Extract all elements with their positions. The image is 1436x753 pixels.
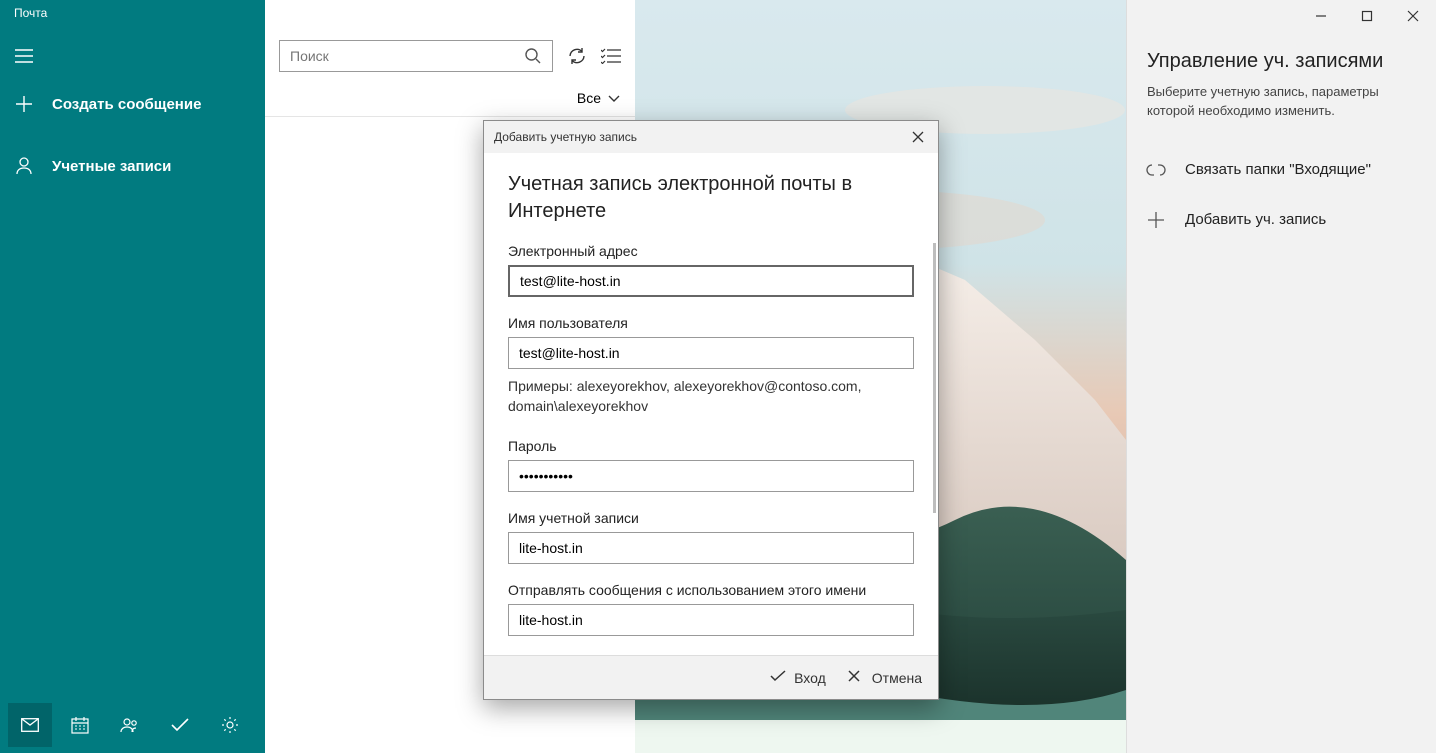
accounts-panel: Управление уч. записями Выберите учетную… xyxy=(1126,0,1436,753)
signin-label: Вход xyxy=(794,670,826,686)
add-account-button[interactable]: Добавить уч. запись xyxy=(1127,195,1436,245)
link-inboxes-label: Связать папки "Входящие" xyxy=(1185,161,1371,178)
link-inboxes-button[interactable]: Связать папки "Входящие" xyxy=(1127,145,1436,195)
send-as-label: Отправлять сообщения с использованием эт… xyxy=(508,582,914,598)
calendar-icon xyxy=(71,716,89,734)
check-icon xyxy=(770,670,786,686)
accounts-label: Учетные записи xyxy=(52,158,171,175)
cancel-button[interactable]: Отмена xyxy=(848,670,922,686)
send-as-field[interactable] xyxy=(508,604,914,636)
close-icon xyxy=(912,131,924,143)
add-account-dialog: Добавить учетную запись Учетная запись э… xyxy=(483,120,939,700)
gear-icon xyxy=(221,716,239,734)
search-icon xyxy=(524,47,542,65)
username-label: Имя пользователя xyxy=(508,315,914,331)
signin-button[interactable]: Вход xyxy=(770,670,826,686)
add-account-label: Добавить уч. запись xyxy=(1185,211,1326,228)
dialog-close-button[interactable] xyxy=(908,127,928,147)
dialog-header: Добавить учетную запись xyxy=(484,121,938,153)
hamburger-button[interactable] xyxy=(0,32,265,80)
people-icon xyxy=(120,717,140,733)
window-titlebar xyxy=(1127,0,1436,32)
email-field[interactable] xyxy=(508,265,914,297)
settings-button[interactable] xyxy=(208,703,252,747)
dialog-title: Учетная запись электронной почты в Интер… xyxy=(508,171,914,225)
account-name-field[interactable] xyxy=(508,532,914,564)
accounts-button[interactable]: Учетные записи xyxy=(0,142,265,190)
minimize-button[interactable] xyxy=(1298,0,1344,32)
mail-icon xyxy=(21,718,39,732)
link-icon xyxy=(1145,159,1167,181)
cancel-label: Отмена xyxy=(872,670,922,686)
refresh-button[interactable] xyxy=(567,46,587,66)
app-title: Почта xyxy=(0,0,265,32)
panel-description: Выберите учетную запись, параметры котор… xyxy=(1127,83,1436,145)
sidebar: Почта Создать сообщение Учетные записи xyxy=(0,0,265,753)
todo-app-button[interactable] xyxy=(158,703,202,747)
checkmark-icon xyxy=(171,718,189,732)
search-input[interactable] xyxy=(290,48,524,64)
plus-icon xyxy=(14,94,34,114)
compose-label: Создать сообщение xyxy=(52,96,201,113)
dialog-body: Учетная запись электронной почты в Интер… xyxy=(484,153,938,655)
select-mode-button[interactable] xyxy=(601,46,621,66)
x-icon xyxy=(848,670,864,686)
chevron-down-icon xyxy=(607,91,621,105)
account-name-label: Имя учетной записи xyxy=(508,510,914,526)
panel-title: Управление уч. записями xyxy=(1127,32,1436,83)
person-icon xyxy=(14,156,34,176)
refresh-icon xyxy=(567,46,587,66)
filter-dropdown[interactable]: Все xyxy=(265,72,635,117)
username-field[interactable] xyxy=(508,337,914,369)
compose-button[interactable]: Создать сообщение xyxy=(0,80,265,128)
select-icon xyxy=(601,48,621,64)
plus-icon xyxy=(1145,209,1167,231)
password-field[interactable] xyxy=(508,460,914,492)
sidebar-bottom-bar xyxy=(0,697,265,753)
close-button[interactable] xyxy=(1390,0,1436,32)
username-hint: Примеры: alexeyorekhov, alexeyorekhov@co… xyxy=(508,377,914,416)
hamburger-icon xyxy=(14,46,34,66)
dialog-header-title: Добавить учетную запись xyxy=(494,130,637,144)
email-label: Электронный адрес xyxy=(508,243,914,259)
filter-label: Все xyxy=(577,90,601,106)
people-app-button[interactable] xyxy=(108,703,152,747)
password-label: Пароль xyxy=(508,438,914,454)
calendar-app-button[interactable] xyxy=(58,703,102,747)
dialog-footer: Вход Отмена xyxy=(484,655,938,699)
mail-app-button[interactable] xyxy=(8,703,52,747)
dialog-scrollbar[interactable] xyxy=(933,243,936,513)
search-box[interactable] xyxy=(279,40,553,72)
maximize-button[interactable] xyxy=(1344,0,1390,32)
